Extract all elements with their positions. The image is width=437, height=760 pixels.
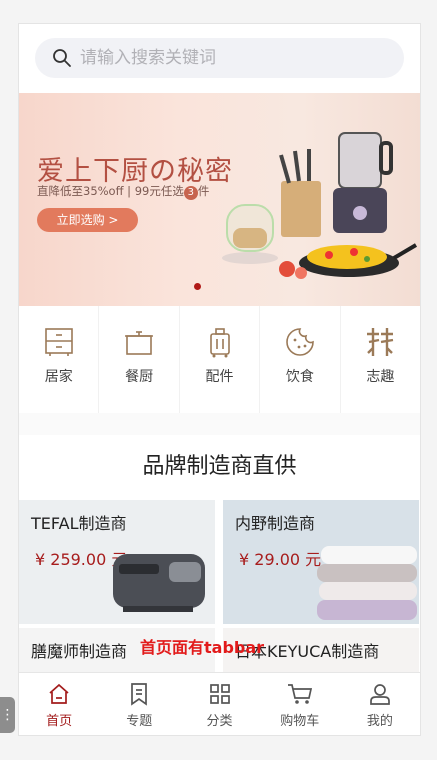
tab-cart[interactable]: 购物车 [260, 673, 340, 735]
tab-label: 购物车 [280, 714, 320, 729]
brand-card-uchino[interactable]: 内野制造商 ¥ 29.00 元 [223, 500, 419, 624]
section-title: 品牌制造商直供 [142, 454, 297, 479]
luggage-icon [209, 328, 230, 358]
banner-count-badge: 3 [183, 186, 198, 200]
tab-label: 专题 [126, 714, 153, 729]
user-icon [370, 684, 390, 705]
category-nav: 居家 餐厨 配件 饮食 志趣 [19, 306, 420, 414]
search-input[interactable] [78, 47, 382, 69]
carousel-indicator[interactable] [194, 283, 201, 290]
brand-price: ¥ 29.00 元 [239, 550, 322, 569]
home-icon [49, 683, 69, 704]
tab-category[interactable]: 分类 [179, 673, 259, 735]
kitchenware-illustration [222, 132, 418, 279]
tab-profile[interactable]: 我的 [340, 673, 420, 735]
search-icon [53, 49, 71, 67]
category-kitchen[interactable]: 餐厨 [99, 306, 180, 413]
tab-topics[interactable]: 专题 [99, 673, 179, 735]
cart-icon [287, 684, 312, 704]
brand-name: TEFAL制造商 [31, 514, 127, 533]
tab-label: 我的 [366, 714, 393, 729]
tab-label: 首页 [46, 714, 73, 729]
category-label: 餐厨 [125, 369, 154, 385]
search-box[interactable] [35, 38, 404, 78]
cabinet-icon [44, 328, 73, 356]
more-vertical-icon: ⋮ [0, 707, 15, 723]
section-divider [19, 413, 420, 435]
tab-home[interactable]: 首页 [19, 673, 99, 735]
tab-label: 分类 [206, 714, 233, 729]
brand-card-tefal[interactable]: TEFAL制造商 ¥ 259.00 元 [19, 500, 215, 624]
category-accessories[interactable]: 配件 [180, 306, 261, 413]
search-bar [19, 24, 420, 92]
category-hobby[interactable]: 志趣 [341, 306, 420, 413]
category-label: 志趣 [366, 369, 395, 385]
bookmark-icon [131, 683, 148, 706]
grid-icon [209, 684, 230, 704]
tab-bar: 首页 专题 分类 购物车 我的 [19, 672, 420, 735]
toaster-image [113, 554, 205, 612]
app-screen: 爱上下厨の秘密 直降低至35%off | 99元任选3件 立即选购 > [18, 23, 421, 736]
side-drag-handle[interactable]: ⋮ [0, 697, 15, 733]
category-label: 配件 [205, 369, 234, 385]
category-label: 居家 [44, 369, 73, 385]
category-label: 饮食 [285, 369, 314, 385]
towels-image [317, 546, 417, 620]
annotation-label: 首页面有tabbar [140, 638, 265, 657]
shop-now-button[interactable]: 立即选购 > [37, 208, 138, 232]
promo-banner[interactable]: 爱上下厨の秘密 直降低至35%off | 99元任选 3 件 立即选购 > [19, 93, 420, 306]
banner-subtitle-suffix: 件 [197, 184, 210, 198]
brand-name: 内野制造商 [235, 514, 316, 533]
category-home[interactable]: 居家 [19, 306, 100, 413]
banner-subtitle: 直降低至35%off | 99元任选 3 件 [37, 183, 209, 200]
bamboo-icon [367, 328, 394, 356]
brand-name: 膳魔师制造商 [31, 642, 128, 661]
pot-icon [125, 331, 154, 355]
category-food[interactable]: 饮食 [260, 306, 341, 413]
banner-subtitle-text: 直降低至35%off | 99元任选 [37, 184, 184, 198]
cookie-icon [286, 328, 314, 356]
